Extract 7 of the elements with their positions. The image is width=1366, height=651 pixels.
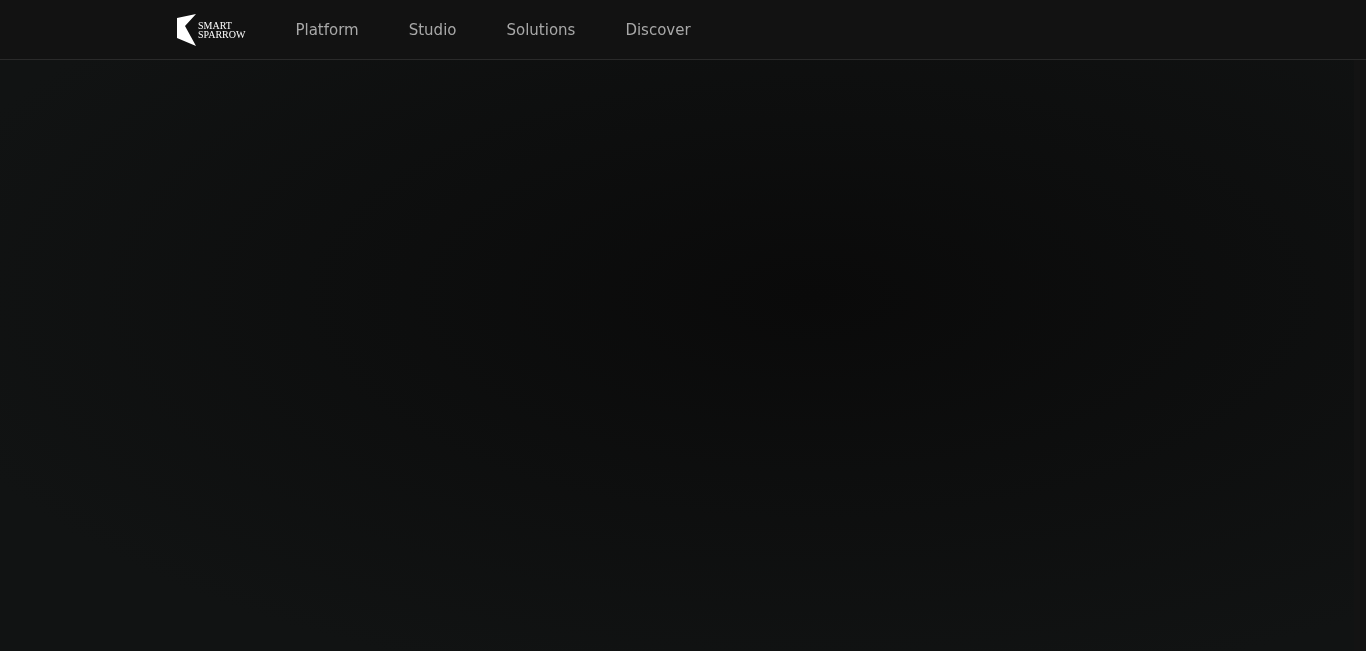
nav-link[interactable]: Studio bbox=[408, 20, 457, 39]
nav-link[interactable]: Discover bbox=[625, 20, 691, 39]
logo-text: SMART bbox=[198, 20, 233, 30]
bird-logo-icon bbox=[177, 13, 197, 46]
nav-link[interactable]: Solutions bbox=[506, 20, 576, 39]
nav-link[interactable]: Platform bbox=[295, 20, 359, 39]
logo-text: SPARROW bbox=[198, 29, 246, 39]
